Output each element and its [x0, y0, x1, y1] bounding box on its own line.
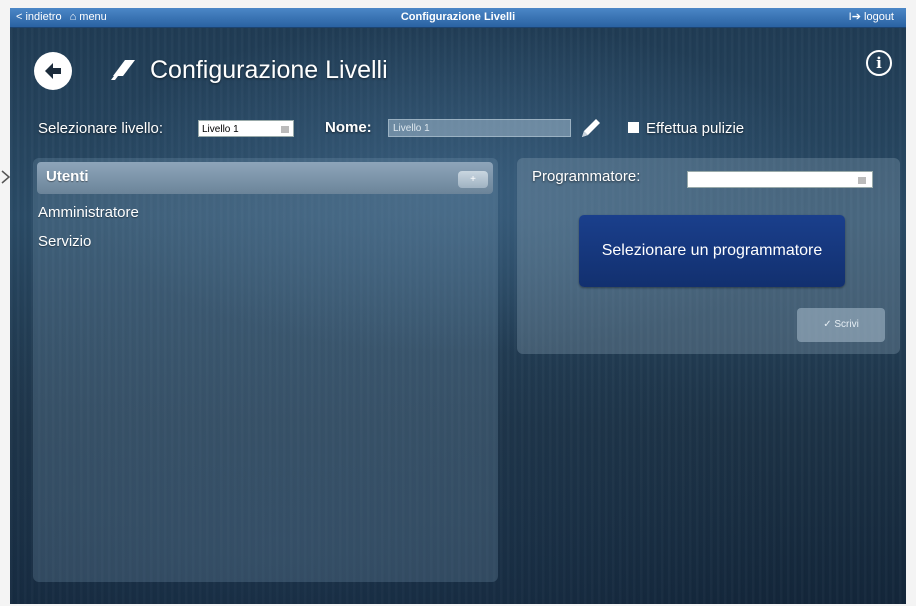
info-icon[interactable]: i: [866, 50, 892, 76]
top-bar-left: < indietro ⌂ menu: [16, 8, 107, 27]
logout-label: logout: [864, 11, 894, 23]
pencil-icon[interactable]: [579, 116, 603, 140]
page-title: Configurazione Livelli: [150, 56, 388, 84]
level-label: Selezionare livello:: [38, 120, 164, 137]
select-handle-icon: [281, 126, 289, 133]
chevron-right-icon: [1, 170, 11, 184]
list-item[interactable]: Servizio: [38, 233, 91, 250]
app-screen: < indietro ⌂ menu Configurazione Livelli…: [10, 8, 906, 604]
cleaning-checkbox[interactable]: [628, 122, 639, 133]
users-panel-title: Utenti: [46, 168, 89, 185]
top-bar-title: Configurazione Livelli: [400, 11, 516, 23]
level-select-value: Livello 1: [202, 124, 239, 135]
home-icon: ⌂: [69, 11, 77, 23]
add-user-button[interactable]: +: [458, 171, 488, 188]
tag-icon: [111, 60, 135, 80]
programmer-select[interactable]: [687, 171, 873, 188]
name-label: Nome:: [325, 119, 372, 136]
name-field[interactable]: Livello 1: [388, 119, 571, 137]
users-panel-header: [37, 162, 493, 194]
arrow-left-circle-icon: [45, 63, 61, 79]
users-panel: [33, 158, 498, 582]
programmer-label: Programmatore:: [532, 168, 641, 185]
write-button[interactable]: ✓ Scrivi: [797, 308, 885, 342]
select-programmer-button[interactable]: Selezionare un programmatore: [579, 215, 845, 287]
top-bar: < indietro ⌂ menu Configurazione Livelli…: [10, 8, 906, 28]
menu-link[interactable]: ⌂ menu: [70, 8, 107, 27]
menu-link-label: menu: [79, 11, 107, 23]
list-item[interactable]: Amministratore: [38, 204, 139, 221]
cleaning-label: Effettua pulizie: [646, 120, 745, 137]
level-select[interactable]: Livello 1: [198, 120, 294, 137]
select-handle-icon: [858, 177, 866, 184]
back-button[interactable]: [34, 52, 72, 90]
logout-link[interactable]: I➔ logout: [849, 8, 894, 27]
back-link[interactable]: < indietro: [16, 8, 62, 27]
logout-icon: I➔: [848, 11, 861, 23]
